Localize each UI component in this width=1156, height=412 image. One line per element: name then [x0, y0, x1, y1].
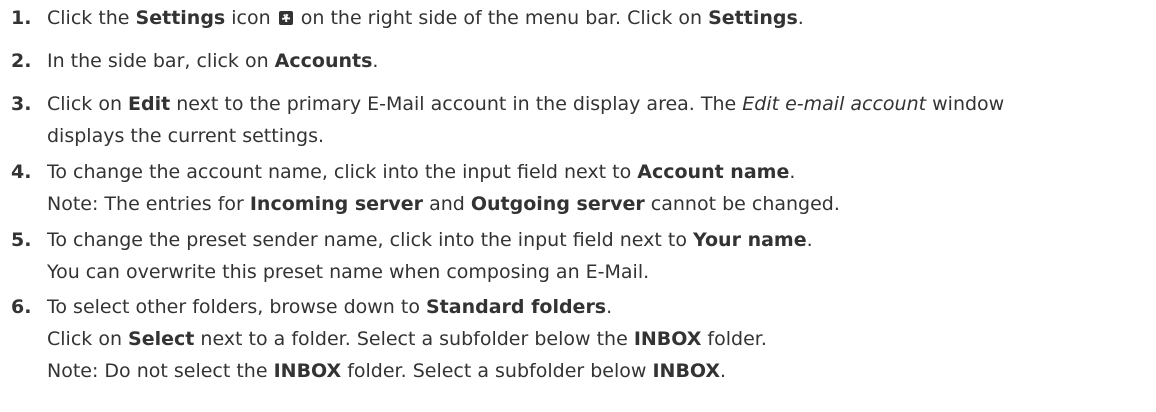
text-segment: on the right side of the menu bar. Click… [294, 7, 709, 29]
text-segment: next to a folder. Select a subfolder bel… [194, 328, 634, 350]
text-segment: To change the preset sender name, click … [47, 229, 693, 251]
text-segment: cannot be changed. [644, 193, 840, 215]
bold-term: Outgoing server [470, 193, 645, 215]
step-text-line: Note: The entries for Incoming server an… [47, 192, 840, 216]
text-segment: Click on [47, 93, 129, 115]
step-number: 4. [11, 161, 32, 183]
step-number: 6. [11, 296, 32, 318]
settings-icon [278, 11, 293, 25]
instruction-steps: 1. Click the Settings icon on the right s… [0, 0, 1156, 412]
text-segment: displays the current settings. [47, 125, 325, 147]
text-segment: Click the [47, 7, 136, 29]
bold-term: Incoming server [249, 193, 424, 215]
text-segment: and [423, 193, 471, 215]
text-segment: . [789, 161, 796, 183]
step-text-line: You can overwrite this preset name when … [47, 260, 649, 284]
bold-term: Standard folders [426, 296, 607, 318]
step-number: 2. [11, 50, 32, 72]
text-segment: icon [225, 7, 277, 29]
step-text-line: In the side bar, click on Accounts. [47, 49, 378, 73]
text-segment: To select other folders, browse down to [47, 296, 426, 318]
text-segment: . [720, 360, 727, 382]
step-text-line: displays the current settings. [47, 124, 324, 148]
text-segment: . [372, 50, 379, 72]
step-text-line: Click on Select next to a folder. Select… [47, 327, 767, 351]
bold-term: INBOX [273, 360, 342, 382]
step-text-line: To change the preset sender name, click … [47, 228, 813, 252]
bold-term: Account name [637, 161, 790, 183]
bold-term: Select [128, 328, 195, 350]
text-segment: next to the primary E-Mail account in th… [170, 93, 743, 115]
bold-term: Settings [135, 7, 226, 29]
bold-term: INBOX [633, 328, 702, 350]
step-text-line: Click on Edit next to the primary E-Mail… [47, 92, 1004, 116]
step-number: 1. [11, 7, 32, 29]
step-text-line: To change the account name, click into t… [47, 160, 795, 184]
bold-term: Accounts [274, 50, 373, 72]
bold-term: Edit [128, 93, 171, 115]
text-segment: You can overwrite this preset name when … [47, 261, 650, 283]
bold-term: INBOX [652, 360, 721, 382]
step-text-line: Note: Do not select the INBOX folder. Se… [47, 359, 726, 383]
text-segment: folder. Select a subfolder below [341, 360, 653, 382]
step-number: 3. [11, 93, 32, 115]
italic-term: Edit e-mail account [742, 93, 927, 115]
text-segment: folder. [701, 328, 767, 350]
text-segment: Note: The entries for [47, 193, 250, 215]
text-segment: Click on [47, 328, 129, 350]
text-segment: . [806, 229, 813, 251]
step-number: 5. [11, 229, 32, 251]
bold-term: Your name [692, 229, 807, 251]
bold-term: Settings [708, 7, 798, 29]
step-text-line: To select other folders, browse down to … [47, 295, 612, 319]
text-segment: To change the account name, click into t… [47, 161, 638, 183]
step-text-line: Click the Settings icon on the right sid… [47, 6, 804, 30]
text-segment: . [797, 7, 804, 29]
text-segment: . [606, 296, 613, 318]
text-segment: Note: Do not select the [47, 360, 274, 382]
text-segment: In the side bar, click on [47, 50, 275, 72]
text-segment: window [926, 93, 1005, 115]
